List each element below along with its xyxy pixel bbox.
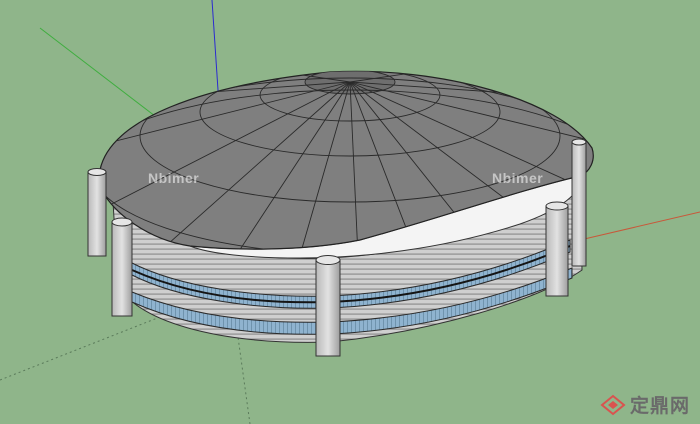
diamond-logo-icon — [600, 394, 626, 415]
stadium-model-scene — [0, 0, 700, 424]
column-left-front — [111, 217, 133, 317]
watermark-right: Nbimer — [492, 170, 544, 186]
column-right-front — [545, 201, 569, 297]
column-right-back — [571, 138, 587, 267]
column-center-front — [315, 255, 341, 357]
column-left-back — [87, 168, 107, 257]
watermark-left: Nbimer — [148, 170, 200, 186]
brand-text: 定鼎网 — [629, 395, 690, 417]
brand-logo: 定鼎网 — [600, 391, 690, 418]
red-axis-line — [579, 211, 700, 241]
